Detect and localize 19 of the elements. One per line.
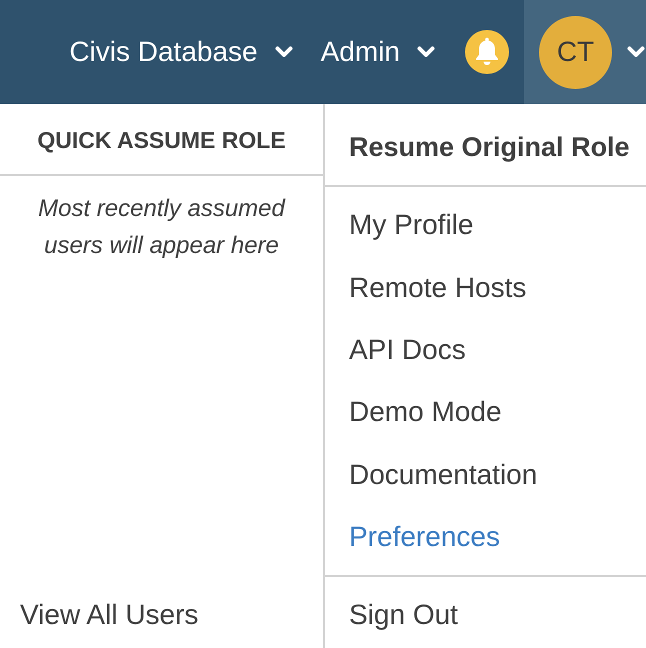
chevron-down-icon xyxy=(274,46,293,58)
user-menu-button[interactable]: CT xyxy=(524,0,646,104)
menu-item[interactable]: Remote Hosts xyxy=(325,256,646,319)
section-title: QUICK ASSUME ROLE xyxy=(37,126,286,154)
nav-menu-button[interactable]: Admin xyxy=(306,0,449,104)
chevron-down-icon xyxy=(417,46,435,58)
sign-out-item[interactable]: Sign Out xyxy=(325,577,646,648)
menu-item[interactable]: My Profile xyxy=(325,194,646,256)
view-all-users-link[interactable]: View All Users xyxy=(20,598,198,632)
menu-item[interactable]: Demo Mode xyxy=(325,381,646,444)
user-avatar: CT xyxy=(539,16,612,88)
menu-item[interactable]: Preferences xyxy=(325,506,646,568)
bell-icon[interactable] xyxy=(465,30,509,74)
menu-item[interactable]: API Docs xyxy=(325,318,646,382)
empty-message: Most recently assumed users will appear here xyxy=(37,194,286,261)
menu-item[interactable]: Documentation xyxy=(325,444,646,506)
nav-menu-button[interactable]: Civis Database xyxy=(55,0,307,104)
resume-role-item[interactable]: Resume Original Role xyxy=(325,104,646,185)
chevron-down-icon xyxy=(627,46,645,58)
